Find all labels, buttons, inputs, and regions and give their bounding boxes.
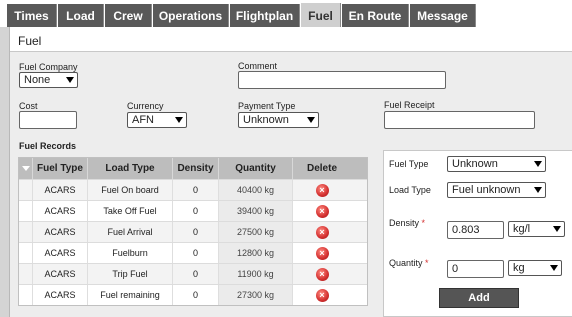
delete-icon[interactable]: × (315, 183, 329, 197)
form-fuel-type-select[interactable]: Unknown (447, 156, 546, 172)
comment-label: Comment (238, 61, 278, 71)
table-row[interactable]: ACARS Fuel Arrival 0 27500 kg × (19, 221, 367, 242)
table-row[interactable]: ACARS Fuelburn 0 12800 kg × (19, 242, 367, 263)
form-quantity-unit-select[interactable]: kg (508, 260, 562, 276)
cell-load-type: Trip Fuel (88, 264, 173, 284)
delete-icon[interactable]: × (315, 225, 329, 239)
fuel-company-label: Fuel Company (19, 62, 78, 72)
payment-type-select[interactable]: Unknown (238, 112, 319, 128)
delete-icon[interactable]: × (315, 246, 329, 260)
column-delete: Delete (306, 163, 337, 174)
tab-flightplan[interactable]: Flightplan (230, 4, 300, 27)
cell-load-type: Take Off Fuel (88, 201, 173, 221)
tab-times[interactable]: Times (7, 4, 57, 27)
tab-load[interactable]: Load (58, 4, 104, 27)
chevron-down-icon (534, 161, 542, 167)
chevron-down-icon (534, 187, 542, 193)
chevron-down-icon (307, 117, 315, 123)
tab-fuel[interactable]: Fuel (301, 3, 341, 28)
fuel-company-select[interactable]: None (19, 72, 78, 88)
page-title: Fuel (18, 34, 42, 48)
table-row[interactable]: ACARS Fuel On board 0 40400 kg × (19, 179, 367, 200)
cell-fuel-type: ACARS (33, 285, 88, 305)
cell-quantity: 11900 kg (219, 264, 293, 284)
fuel-receipt-label: Fuel Receipt (384, 100, 435, 110)
currency-value: AFN (132, 114, 154, 126)
panel-header: Fuel (10, 27, 572, 52)
tab-en-route[interactable]: En Route (342, 4, 409, 27)
form-quantity-unit-value: kg (513, 262, 525, 274)
fuel-records-title: Fuel Records (19, 141, 77, 151)
form-load-type-select[interactable]: Fuel unknown (447, 182, 546, 198)
delete-icon[interactable]: × (315, 267, 329, 281)
cell-quantity: 39400 kg (219, 201, 293, 221)
column-fuel-type[interactable]: Fuel Type (33, 158, 88, 179)
payment-type-value: Unknown (243, 114, 289, 126)
table-header: Fuel Type Load Type Density Quantity Del… (19, 158, 367, 179)
form-load-type-value: Fuel unknown (452, 184, 521, 196)
fuel-company-value: None (24, 74, 51, 86)
form-fuel-type-value: Unknown (452, 158, 498, 170)
form-density-input[interactable]: 0.803 (447, 221, 504, 239)
form-density-unit-value: kg/l (513, 223, 531, 235)
payment-type-label: Payment Type (238, 101, 296, 111)
column-density[interactable]: Density (173, 158, 219, 179)
cell-fuel-type: ACARS (33, 180, 88, 200)
cell-density: 0 (173, 201, 219, 221)
required-marker: * (425, 258, 429, 268)
table-row[interactable]: ACARS Trip Fuel 0 11900 kg × (19, 263, 367, 284)
tab-message[interactable]: Message (410, 4, 476, 27)
cell-quantity: 12800 kg (219, 243, 293, 263)
column-load-type[interactable]: Load Type (88, 158, 173, 179)
cell-density: 0 (173, 264, 219, 284)
cell-fuel-type: ACARS (33, 222, 88, 242)
form-quantity-label: Quantity * (389, 258, 429, 268)
cost-label: Cost (19, 101, 38, 111)
table-body: ACARS Fuel On board 0 40400 kg × ACARS T… (19, 179, 367, 305)
cell-quantity: 27300 kg (219, 285, 293, 305)
form-density-unit-select[interactable]: kg/l (508, 221, 565, 237)
tab-bar: Times Load Crew Operations Flightplan Fu… (0, 0, 572, 28)
chevron-down-icon (175, 117, 183, 123)
delete-icon[interactable]: × (315, 204, 329, 218)
sort-down-icon (21, 166, 30, 171)
cell-fuel-type: ACARS (33, 243, 88, 263)
required-marker: * (421, 218, 426, 228)
chevron-down-icon (66, 77, 74, 83)
form-load-type-label: Load Type (389, 185, 431, 195)
delete-icon[interactable]: × (315, 288, 329, 302)
cell-density: 0 (173, 222, 219, 242)
form-density-label: Density * (389, 218, 426, 228)
form-fuel-type-label: Fuel Type (389, 159, 429, 169)
comment-input[interactable] (238, 71, 446, 89)
cell-fuel-type: ACARS (33, 201, 88, 221)
cost-input[interactable] (19, 111, 77, 129)
cell-quantity: 40400 kg (219, 180, 293, 200)
cell-load-type: Fuel remaining (88, 285, 173, 305)
cell-quantity: 27500 kg (219, 222, 293, 242)
cell-load-type: Fuel On board (88, 180, 173, 200)
add-button[interactable]: Add (439, 288, 519, 308)
column-quantity[interactable]: Quantity (219, 158, 293, 179)
cell-density: 0 (173, 285, 219, 305)
cell-density: 0 (173, 180, 219, 200)
fuel-record-form: Fuel Type Unknown Load Type Fuel unknown… (383, 150, 572, 317)
fuel-receipt-input[interactable] (384, 111, 535, 129)
form-quantity-input[interactable]: 0 (447, 260, 504, 278)
cell-load-type: Fuel Arrival (88, 222, 173, 242)
cell-load-type: Fuelburn (88, 243, 173, 263)
cell-fuel-type: ACARS (33, 264, 88, 284)
currency-label: Currency (127, 101, 164, 111)
table-row[interactable]: ACARS Fuel remaining 0 27300 kg × (19, 284, 367, 305)
chevron-down-icon (550, 265, 558, 271)
cell-density: 0 (173, 243, 219, 263)
fuel-records-table: Fuel Type Load Type Density Quantity Del… (18, 157, 368, 306)
sort-column-header[interactable] (19, 158, 33, 179)
tab-operations[interactable]: Operations (153, 4, 229, 27)
chevron-down-icon (553, 226, 561, 232)
tab-crew[interactable]: Crew (105, 4, 152, 27)
currency-select[interactable]: AFN (127, 112, 187, 128)
table-row[interactable]: ACARS Take Off Fuel 0 39400 kg × (19, 200, 367, 221)
